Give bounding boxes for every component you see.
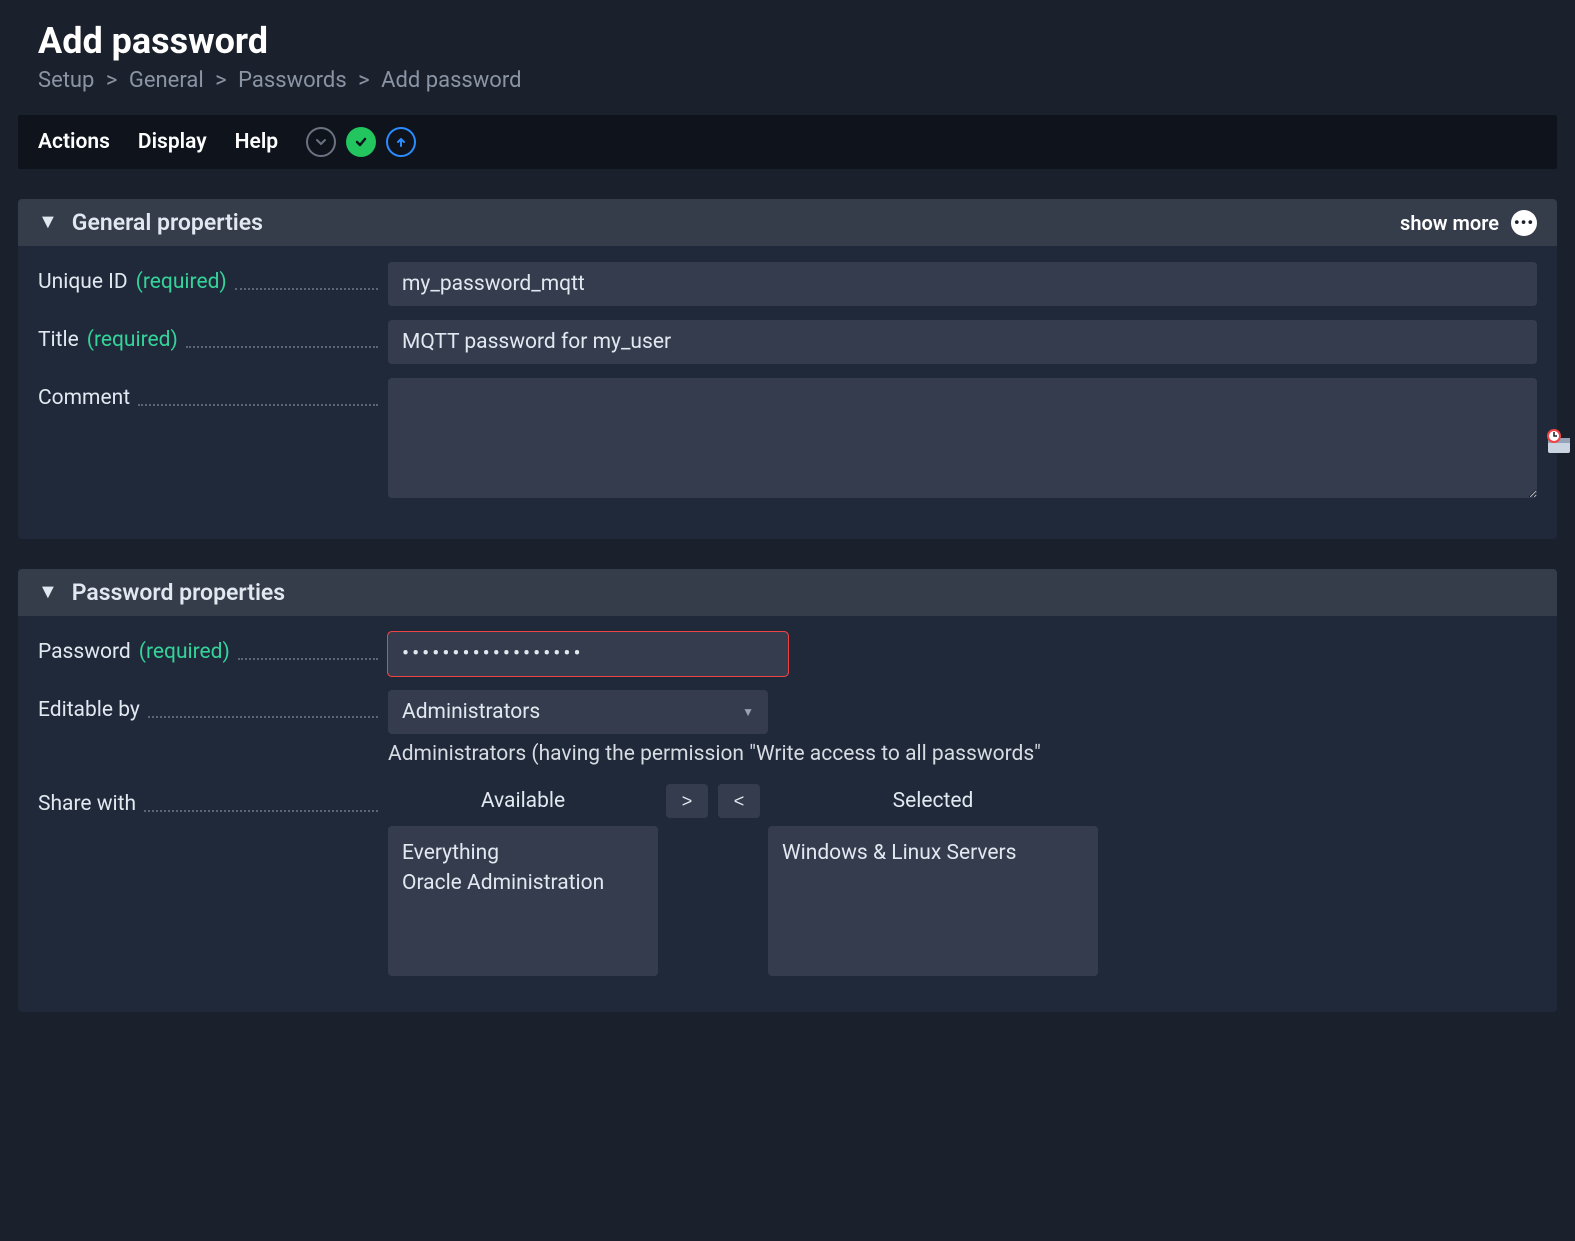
breadcrumb-item: Add password xyxy=(381,68,521,93)
toolbar: Actions Display Help xyxy=(18,115,1557,169)
show-more-button[interactable]: show more ••• xyxy=(1400,210,1537,236)
check-icon[interactable] xyxy=(346,127,376,157)
schedule-icon[interactable] xyxy=(1545,428,1573,456)
dotted-leader xyxy=(148,716,378,718)
editable-by-hint: Administrators (having the permission "W… xyxy=(388,742,1537,766)
list-item[interactable]: Oracle Administration xyxy=(402,868,644,898)
move-left-button[interactable]: < xyxy=(718,784,760,818)
dotted-leader xyxy=(235,288,378,290)
move-right-button[interactable]: > xyxy=(666,784,708,818)
title-input[interactable] xyxy=(388,320,1537,364)
breadcrumb-item[interactable]: Passwords xyxy=(238,68,347,93)
section-header[interactable]: ▼ Password properties xyxy=(18,569,1557,616)
section-title: General properties xyxy=(72,209,263,236)
required-marker: (required) xyxy=(136,270,227,294)
dotted-leader xyxy=(186,346,378,348)
section-password-properties: ▼ Password properties Password (required… xyxy=(18,569,1557,1012)
section-title: Password properties xyxy=(72,579,285,606)
comment-input[interactable] xyxy=(388,378,1537,498)
chevron-right-icon: > xyxy=(106,68,118,93)
breadcrumb-item[interactable]: General xyxy=(129,68,204,93)
unique-id-input[interactable] xyxy=(388,262,1537,306)
upload-icon[interactable] xyxy=(386,127,416,157)
label-share-with: Share with xyxy=(38,792,136,816)
label-editable-by: Editable by xyxy=(38,698,140,722)
available-listbox[interactable]: Everything Oracle Administration xyxy=(388,826,658,976)
chevron-down-icon[interactable] xyxy=(306,127,336,157)
dotted-leader xyxy=(238,658,378,660)
menu-actions[interactable]: Actions xyxy=(38,130,110,154)
editable-by-select[interactable]: Administrators ▼ xyxy=(388,690,768,734)
dotted-leader xyxy=(144,810,378,812)
chevron-right-icon: > xyxy=(215,68,227,93)
list-item[interactable]: Everything xyxy=(402,838,644,868)
select-value: Administrators xyxy=(388,690,768,734)
label-comment: Comment xyxy=(38,386,130,410)
menu-display[interactable]: Display xyxy=(138,130,207,154)
menu-help[interactable]: Help xyxy=(235,130,278,154)
selected-listbox[interactable]: Windows & Linux Servers xyxy=(768,826,1098,976)
label-unique-id: Unique ID xyxy=(38,270,128,294)
required-marker: (required) xyxy=(87,328,178,352)
selected-header: Selected xyxy=(768,789,1098,813)
dotted-leader xyxy=(138,404,378,406)
show-more-label: show more xyxy=(1400,211,1499,235)
triangle-down-icon: ▼ xyxy=(38,579,58,604)
available-header: Available xyxy=(388,789,658,813)
page-title: Add password xyxy=(18,20,1557,62)
label-password: Password xyxy=(38,640,131,664)
label-title: Title xyxy=(38,328,79,352)
breadcrumb: Setup > General > Passwords > Add passwo… xyxy=(18,68,1557,93)
breadcrumb-item[interactable]: Setup xyxy=(38,68,94,93)
list-item[interactable]: Windows & Linux Servers xyxy=(782,838,1084,868)
required-marker: (required) xyxy=(139,640,230,664)
triangle-down-icon: ▼ xyxy=(38,209,58,234)
section-header[interactable]: ▼ General properties show more ••• xyxy=(18,199,1557,246)
password-input[interactable] xyxy=(388,632,788,676)
more-icon: ••• xyxy=(1511,210,1537,236)
section-general-properties: ▼ General properties show more ••• Uniqu… xyxy=(18,199,1557,539)
chevron-right-icon: > xyxy=(358,68,370,93)
